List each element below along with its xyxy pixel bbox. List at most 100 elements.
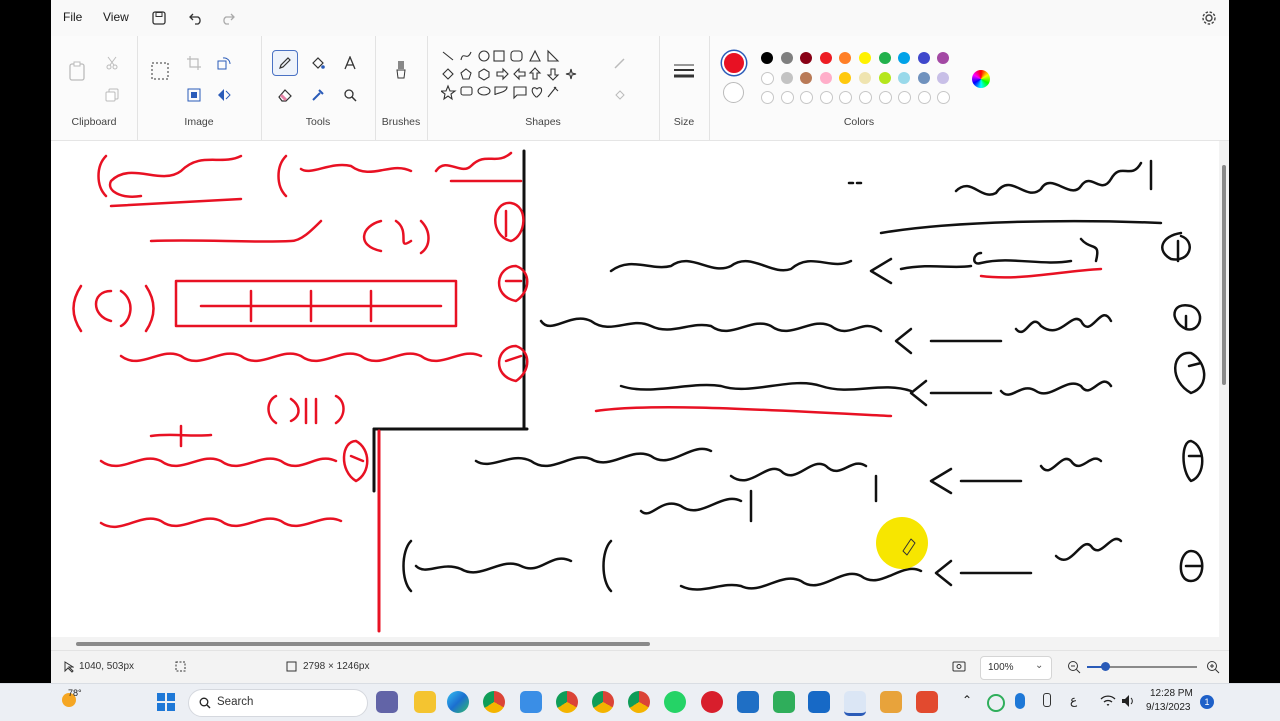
teams-icon[interactable] [376,691,398,713]
custom-color-slot[interactable] [800,91,814,104]
chrome-icon[interactable] [483,691,505,713]
color-swatch[interactable] [761,52,773,64]
chevron-up-icon[interactable]: ⌃ [962,693,972,707]
custom-color-slot[interactable] [780,91,794,104]
magnifier-icon[interactable] [337,82,363,108]
color-swatch[interactable] [839,52,852,64]
camtasia-icon[interactable] [773,691,795,713]
size-lines-icon[interactable] [671,58,697,84]
custom-color-slot[interactable] [819,91,833,104]
save-icon[interactable] [149,8,169,28]
volume-icon[interactable] [1121,694,1135,708]
cursor-highlight [876,517,928,569]
primary-color-swatch[interactable] [722,51,746,75]
outline-icon[interactable] [607,50,633,76]
color-swatch[interactable] [800,71,813,84]
color-picker-icon[interactable] [305,82,331,108]
redo-icon[interactable] [218,8,238,28]
taskbar: 78° Search ⌃ ع 12:28 PM 9/13/2023 1 [0,683,1280,721]
color-swatch[interactable] [839,71,852,84]
chrome-profile-icon[interactable] [556,691,578,713]
fit-to-window-icon[interactable] [952,660,966,673]
chrome-profile-2-icon[interactable] [592,691,614,713]
color-swatch[interactable] [937,71,950,84]
color-swatch[interactable] [937,52,950,64]
flip-icon[interactable] [211,82,237,108]
fill-icon[interactable] [607,82,633,108]
whatsapp-icon[interactable] [664,691,686,713]
zoom-in-icon[interactable] [1206,660,1220,674]
color-swatch[interactable] [761,71,774,85]
bluetooth-icon[interactable] [1015,693,1025,709]
secondary-color-swatch[interactable] [723,82,744,103]
custom-color-slot[interactable] [761,91,774,104]
eraser-icon[interactable] [272,82,298,108]
sync-icon[interactable] [987,694,1005,712]
weather-widget[interactable]: 78° [60,687,90,717]
brush-icon[interactable] [388,58,414,84]
custom-color-slot[interactable] [839,91,853,104]
file-menu[interactable]: File [63,10,82,24]
rotate-icon[interactable] [211,50,237,76]
store-icon[interactable] [520,691,542,713]
color-swatch[interactable] [780,52,793,64]
cursor-position: 1040, 503px [79,661,135,672]
zoom-dropdown[interactable]: 100% ⌄ [980,656,1052,680]
color-swatch[interactable] [898,71,911,84]
wifi-icon[interactable] [1100,694,1116,708]
app-icon[interactable] [701,691,723,713]
undo-icon[interactable] [186,8,206,28]
cut-icon[interactable] [99,50,125,76]
view-menu[interactable]: View [103,10,129,24]
language-indicator[interactable]: ع [1070,693,1077,707]
clock-time[interactable]: 12:28 PM [1150,688,1193,699]
color-swatch[interactable] [917,71,930,84]
color-swatch[interactable] [819,71,832,84]
select-icon[interactable] [147,58,173,84]
resize-icon[interactable] [181,82,207,108]
settings-gear-icon[interactable] [1199,8,1219,28]
custom-color-slot[interactable] [917,91,931,104]
color-swatch[interactable] [878,71,891,84]
paste-icon[interactable] [64,58,90,84]
fill-bucket-icon[interactable] [305,50,331,76]
color-swatch[interactable] [859,71,871,84]
weather-temp: 78° [68,688,82,698]
horizontal-scrollbar[interactable] [51,639,1219,649]
zoom-out-icon[interactable] [1067,660,1081,674]
color-swatch[interactable] [780,71,793,84]
copy-icon[interactable] [99,82,125,108]
shapes-gallery[interactable] [439,48,601,106]
file-explorer-icon[interactable] [414,691,436,713]
vertical-scrollbar[interactable] [1219,141,1229,637]
edge-icon[interactable] [447,691,469,713]
microphone-icon[interactable] [1043,693,1051,707]
paint-icon[interactable] [844,691,866,716]
color-swatch[interactable] [800,52,813,64]
monitor-icon[interactable] [808,691,830,713]
start-windows-icon[interactable] [157,693,175,711]
custom-color-slot[interactable] [859,91,872,104]
notification-badge[interactable]: 1 [1200,695,1214,709]
color-swatch[interactable] [898,52,911,64]
drawing-canvas[interactable] [51,141,1219,637]
custom-color-slot[interactable] [937,91,951,104]
crop-icon[interactable] [181,50,207,76]
text-tool-icon[interactable] [337,50,363,76]
color-swatch[interactable] [878,52,891,64]
custom-color-slot[interactable] [898,91,912,104]
clock-date[interactable]: 9/13/2023 [1146,702,1191,713]
edit-colors-icon[interactable] [972,70,990,88]
color-swatch[interactable] [917,52,930,64]
pencil-icon[interactable] [272,50,298,76]
chrome-profile-3-icon[interactable] [628,691,650,713]
color-swatch[interactable] [859,52,871,64]
custom-color-slot[interactable] [878,91,892,104]
color-swatch[interactable] [819,52,832,64]
taskbar-search[interactable]: Search [188,689,368,717]
calendar-icon[interactable] [737,691,759,713]
tools-group: Tools [261,36,376,140]
zoom-slider[interactable] [1087,662,1197,671]
audio-app-icon[interactable] [880,691,902,713]
recorder-icon[interactable] [916,691,938,713]
